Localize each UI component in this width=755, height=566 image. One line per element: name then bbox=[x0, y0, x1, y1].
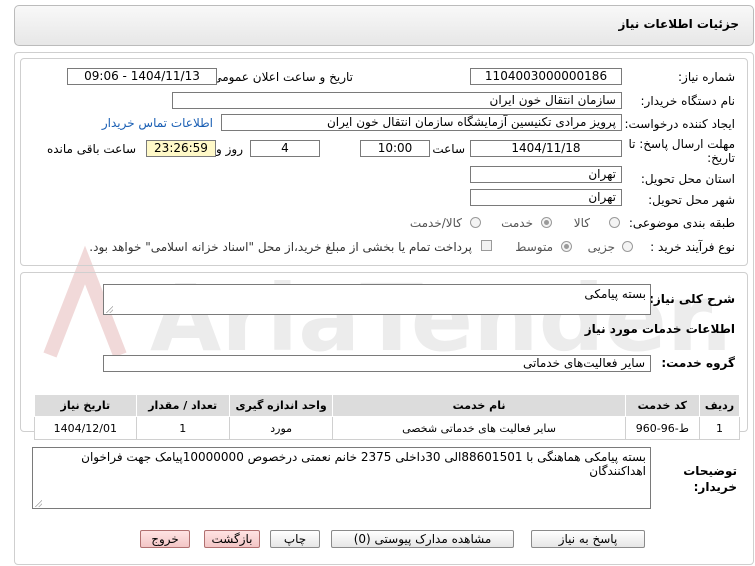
creator-label: ایجاد کننده درخواست: bbox=[624, 117, 735, 131]
category-option-goods: کالا bbox=[573, 216, 590, 230]
category-radio-goods-service[interactable] bbox=[470, 217, 481, 228]
services-table: ردیف کد خدمت نام خدمت واحد اندازه گیری ت… bbox=[34, 394, 741, 440]
table-header-row: ردیف کد خدمت نام خدمت واحد اندازه گیری ت… bbox=[34, 394, 741, 417]
col-date-header: تاریخ نیاز bbox=[34, 394, 137, 417]
table-row: 1 ط-96-960 سایر فعالیت های خدماتی شخصی م… bbox=[34, 416, 741, 440]
attachments-button[interactable]: مشاهده مدارک پیوستی (0) bbox=[331, 530, 514, 548]
cell-qty: 1 bbox=[135, 416, 230, 440]
col-unit-header: واحد اندازه گیری bbox=[228, 394, 334, 417]
buyer-notes-textarea[interactable]: بسته پیامکی هماهنگی با 88601501الی 30داخ… bbox=[32, 447, 651, 509]
process-option-minor: جزیی bbox=[587, 240, 615, 254]
summary-text: بسته پیامکی bbox=[584, 287, 646, 301]
buyer-notes-label-2: خریدار: bbox=[693, 480, 737, 494]
summary-textarea[interactable]: بسته پیامکی bbox=[103, 284, 651, 315]
resize-grip-icon[interactable] bbox=[106, 306, 113, 313]
service-group-label: گروه خدمت: bbox=[661, 356, 735, 370]
process-option-medium: متوسط bbox=[515, 240, 553, 254]
days-label: روز و bbox=[216, 142, 243, 156]
days-field: 4 bbox=[250, 140, 320, 157]
payment-note: پرداخت تمام یا بخشی از مبلغ خرید،از محل … bbox=[89, 240, 472, 254]
deadline-label-2: تاریخ: bbox=[707, 151, 735, 165]
deadline-time-field: 10:00 bbox=[360, 140, 430, 157]
time-label: ساعت bbox=[432, 142, 465, 156]
province-field: تهران bbox=[470, 166, 622, 183]
category-option-service: خدمت bbox=[501, 216, 533, 230]
category-option-goods-service: کالا/خدمت bbox=[409, 216, 462, 230]
col-qty-header: تعداد / مقدار bbox=[135, 394, 230, 417]
cell-date: 1404/12/01 bbox=[34, 416, 137, 440]
col-row-header: ردیف bbox=[698, 394, 741, 417]
buyer-org-field: سازمان انتقال خون ایران bbox=[172, 92, 622, 109]
category-label: طبقه بندی موضوعی: bbox=[628, 216, 735, 230]
cell-row: 1 bbox=[698, 416, 741, 440]
category-radio-service[interactable] bbox=[541, 217, 552, 228]
buyer-notes-label: توضیحات bbox=[683, 464, 737, 478]
exit-button[interactable]: خروج bbox=[140, 530, 190, 548]
city-label: شهر محل تحویل: bbox=[648, 193, 735, 207]
services-title: اطلاعات خدمات مورد نیاز bbox=[584, 322, 735, 336]
cell-name: سایر فعالیت های خدماتی شخصی bbox=[332, 416, 626, 440]
back-button[interactable]: بازگشت bbox=[204, 530, 260, 548]
service-group-field: سایر فعالیت‌های خدماتی bbox=[103, 355, 651, 372]
buyer-org-label: نام دستگاه خریدار: bbox=[640, 94, 736, 108]
treasury-checkbox[interactable] bbox=[481, 240, 492, 251]
deadline-label: مهلت ارسال پاسخ: تا bbox=[628, 137, 735, 151]
col-name-header: نام خدمت bbox=[332, 394, 626, 417]
city-field: تهران bbox=[470, 189, 622, 206]
category-radio-goods[interactable] bbox=[609, 217, 620, 228]
col-code-header: کد خدمت bbox=[624, 394, 700, 417]
process-radio-medium[interactable] bbox=[561, 241, 572, 252]
page-title: جزئیات اطلاعات نیاز bbox=[618, 17, 739, 31]
deadline-date-field: 1404/11/18 bbox=[470, 140, 622, 157]
process-label: نوع فرآیند خرید : bbox=[650, 240, 735, 254]
creator-field: پرویز مرادی تکنیسین آزمایشگاه سازمان انت… bbox=[221, 114, 622, 131]
province-label: استان محل تحویل: bbox=[640, 172, 735, 186]
remaining-time-field: 23:26:59 bbox=[146, 140, 216, 157]
resize-grip-icon[interactable] bbox=[35, 500, 42, 507]
remaining-label: ساعت باقی مانده bbox=[46, 142, 136, 156]
form-section bbox=[20, 58, 748, 266]
cell-unit: مورد bbox=[228, 416, 334, 440]
summary-label: شرح کلی نیاز: bbox=[649, 292, 735, 306]
reply-button[interactable]: پاسخ به نیاز bbox=[531, 530, 645, 548]
print-button[interactable]: چاپ bbox=[270, 530, 320, 548]
announce-field: 1404/11/13 - 09:06 bbox=[67, 68, 217, 85]
page-header: جزئیات اطلاعات نیاز bbox=[14, 5, 754, 46]
need-number-field: 1104003000000186 bbox=[470, 68, 622, 85]
contact-info-link[interactable]: اطلاعات تماس خریدار bbox=[102, 116, 213, 130]
need-number-label: شماره نیاز: bbox=[678, 70, 735, 84]
process-radio-minor[interactable] bbox=[622, 241, 633, 252]
buyer-notes-text: بسته پیامکی هماهنگی با 88601501الی 30داخ… bbox=[81, 450, 646, 478]
announce-label: تاریخ و ساعت اعلان عمومی: bbox=[208, 70, 353, 84]
cell-code: ط-96-960 bbox=[624, 416, 700, 440]
